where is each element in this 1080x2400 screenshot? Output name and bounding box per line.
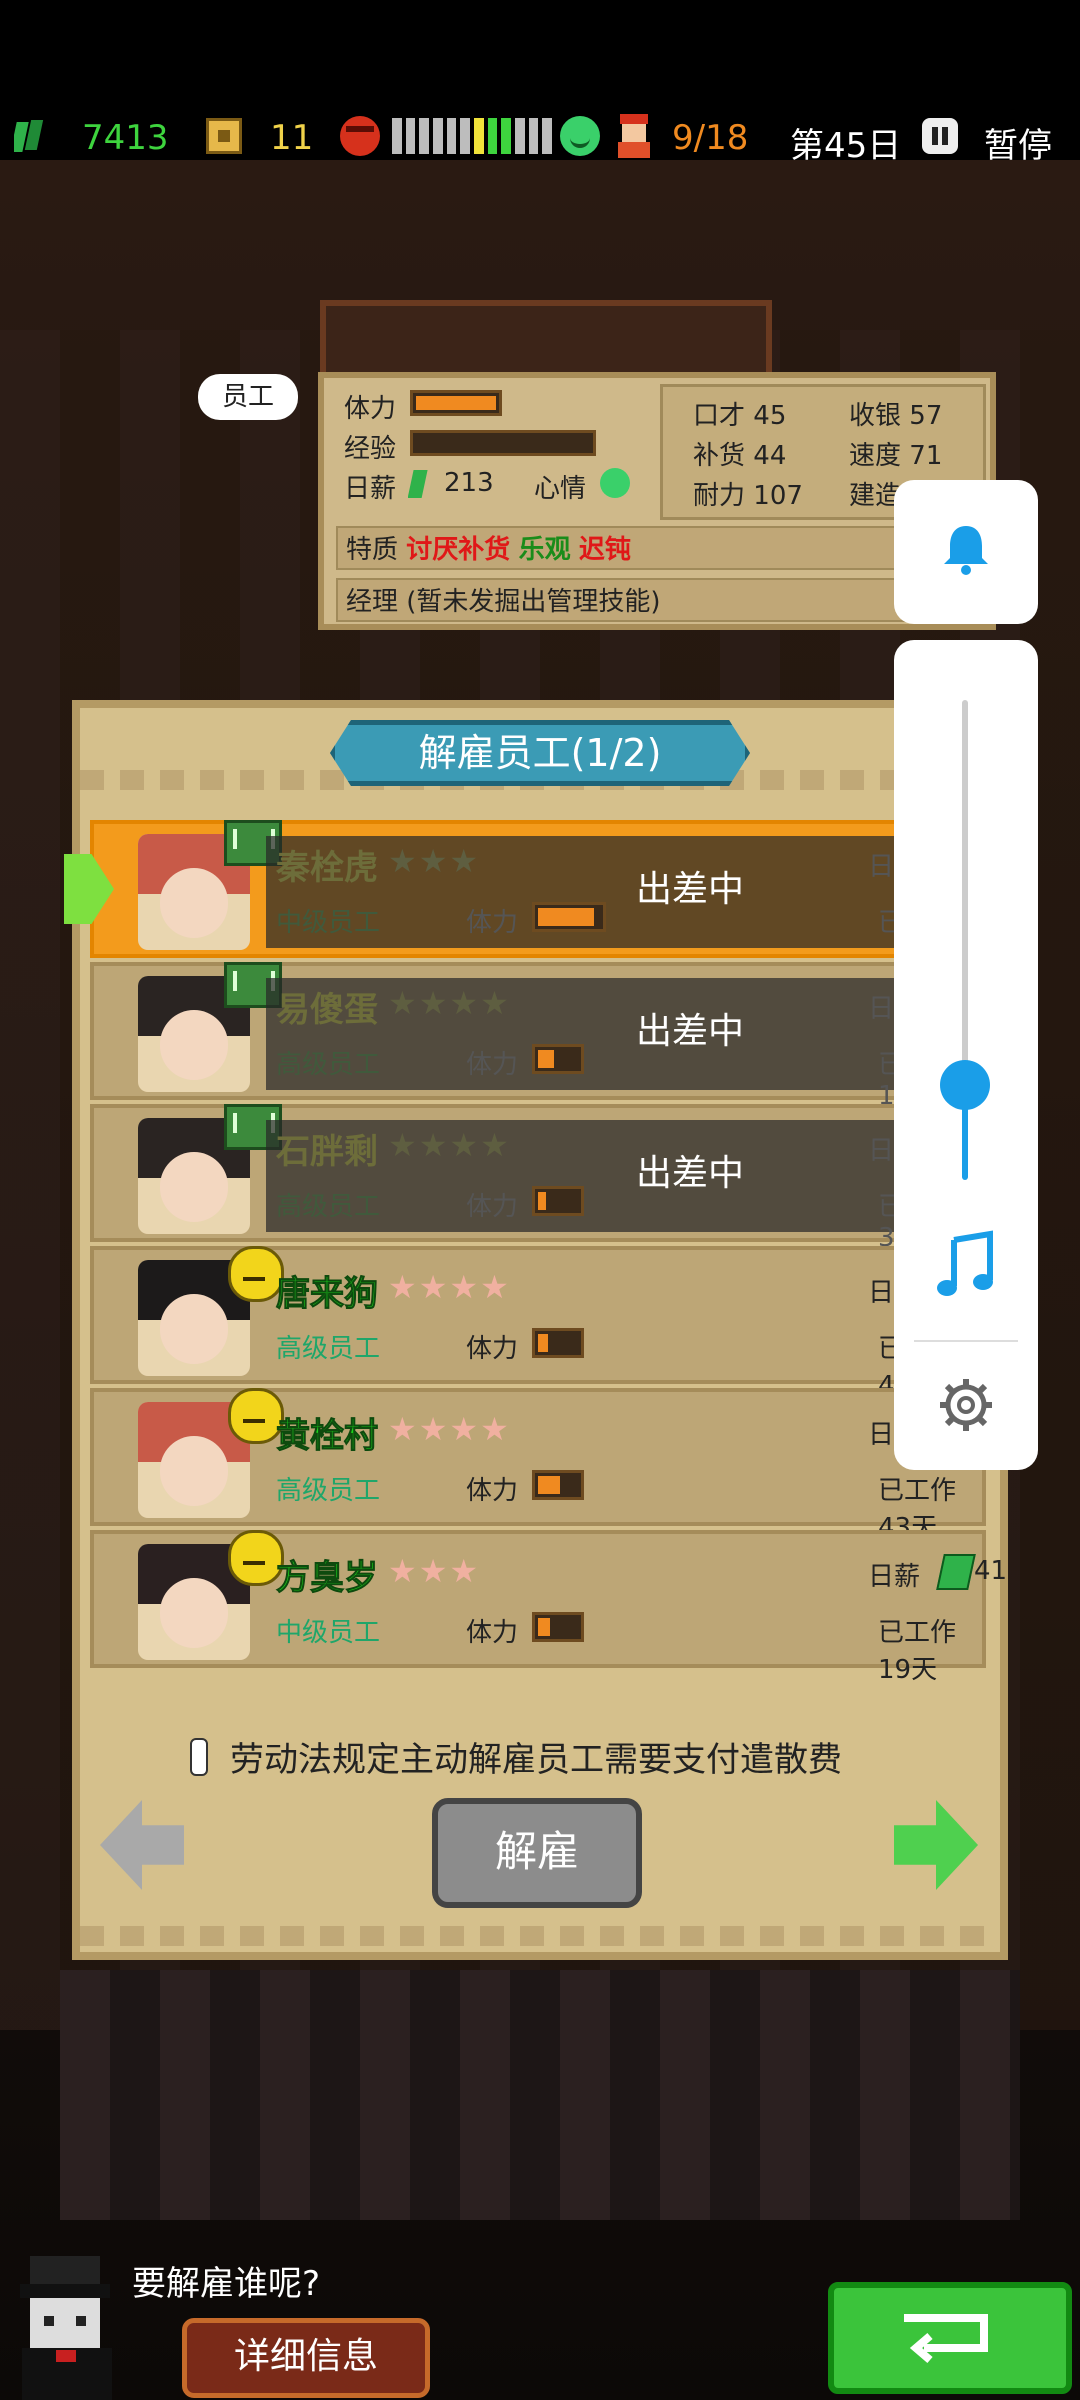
- happy-face-icon: [560, 116, 600, 156]
- trip-status: 出差中: [636, 869, 745, 910]
- stat-speed: 速度 71: [849, 441, 943, 471]
- manager-row: 经理 (暂未发掘出管理技能): [336, 578, 986, 622]
- dialog-prompt: 要解雇谁呢?: [132, 2264, 321, 2304]
- volume-track[interactable]: [962, 700, 968, 1120]
- dismiss-title: 解雇员工(1/2): [330, 720, 750, 786]
- days-worked: 已工作19天: [878, 1618, 957, 1685]
- stamina-label: 体力: [344, 394, 397, 424]
- stat-speech: 口才 45: [693, 401, 787, 431]
- trip-status: 出差中: [636, 1153, 745, 1194]
- stamina-bar: [532, 1470, 584, 1500]
- employee-rank: 中级员工: [276, 1618, 381, 1648]
- employee-row[interactable]: 石胖剩 ★★★★ 高级员工 体力 日薪 已工作32 出差中: [90, 1104, 986, 1253]
- stat-endurance: 耐力 107: [693, 481, 803, 511]
- status-bar: 7413 11 9/18 第45日 暂停: [0, 112, 1080, 166]
- cash-icon: [936, 1554, 976, 1590]
- detail-info-button[interactable]: 详细信息: [182, 2318, 430, 2398]
- gear-icon[interactable]: [936, 1375, 996, 1435]
- customer-mood-bar: [392, 118, 553, 154]
- employee-rank: 高级员工: [276, 1192, 381, 1222]
- manager-avatar: [20, 2256, 112, 2400]
- employee-rank: 高级员工: [276, 1050, 381, 1080]
- return-arrow-icon: [904, 2314, 988, 2364]
- exp-bar: [410, 430, 596, 456]
- exclamation-icon: [190, 1738, 208, 1776]
- volume-slider-handle[interactable]: [940, 1060, 990, 1110]
- employee-rank: 高级员工: [276, 1476, 381, 1506]
- stamina-bar: [410, 390, 502, 416]
- employee-row[interactable]: 易傻蛋 ★★★★ 高级员工 体力 日薪 已工作16 出差中: [90, 962, 986, 1111]
- stamina-bar: [532, 902, 606, 932]
- coin-value: 11: [270, 118, 314, 158]
- star-rating: ★★★: [388, 842, 481, 880]
- stamina-bar: [532, 1044, 584, 1074]
- employee-name: 秦栓虎: [276, 848, 378, 888]
- store-floor: [60, 1970, 1020, 2220]
- stamina-bar: [532, 1186, 584, 1216]
- divider: [914, 1340, 1018, 1342]
- wage-label: 日薪: [344, 474, 397, 504]
- employee-name: 唐来狗: [276, 1274, 379, 1315]
- pause-label[interactable]: 暂停: [984, 118, 1052, 167]
- stamina-bar: [532, 1328, 584, 1358]
- stat-restock: 补货 44: [693, 441, 787, 471]
- cash-icon: [408, 470, 428, 498]
- star-rating: ★★★★: [388, 1268, 511, 1306]
- happy-face-icon: [600, 468, 630, 498]
- employee-row[interactable]: 秦栓虎 ★★★ 中级员工 体力 日薪 已工作9 出差中: [64, 820, 986, 958]
- employee-rank: 高级员工: [276, 1334, 381, 1364]
- star-rating: ★★★★: [388, 1126, 511, 1164]
- employee-row[interactable]: 黄栓村 ★★★★ 高级员工 体力 日薪 50 已工作43天: [90, 1388, 1007, 1543]
- coin-icon: [206, 118, 242, 154]
- trait-3: 迟钝: [578, 535, 631, 565]
- trait-1: 讨厌补货: [406, 535, 511, 565]
- stat-cashier: 收银 57: [849, 401, 943, 431]
- cash-icon: [14, 120, 44, 152]
- mood-label: 心情: [534, 474, 587, 504]
- day-counter: 第45日: [790, 126, 902, 166]
- volume-panel: [894, 640, 1038, 1470]
- employee-name: 石胖剩: [276, 1132, 378, 1172]
- employee-row[interactable]: 方臭岁 ★★★ 中级员工 体力 日薪 41 已工作19天: [90, 1530, 1007, 1685]
- employee-rank: 中级员工: [276, 908, 381, 938]
- notification-panel[interactable]: [894, 480, 1038, 624]
- staff-icon: [618, 114, 650, 158]
- wage-value: 213: [444, 468, 494, 498]
- angry-face-icon: [340, 116, 380, 156]
- confirm-button[interactable]: [828, 2282, 1072, 2394]
- trait-2: 乐观: [518, 535, 571, 565]
- staff-count: 9/18: [672, 118, 749, 158]
- exp-label: 经验: [344, 434, 397, 464]
- traits-row: 特质 讨厌补货 乐观 迟钝: [336, 526, 986, 570]
- stamina-bar: [532, 1612, 584, 1642]
- music-note-icon[interactable]: [934, 1230, 998, 1300]
- bell-icon[interactable]: [938, 520, 994, 576]
- severance-notice: 劳动法规定主动解雇员工需要支付遣散费: [230, 1740, 842, 1780]
- employee-tag: 员工: [198, 374, 298, 420]
- employee-name: 方臭岁: [276, 1558, 379, 1599]
- trip-status: 出差中: [636, 1011, 745, 1052]
- fire-button[interactable]: 解雇: [432, 1798, 642, 1908]
- star-rating: ★★★★: [388, 984, 511, 1022]
- star-rating: ★★★: [388, 1552, 481, 1590]
- selection-arrow-icon: [64, 854, 114, 924]
- employee-name: 黄栓村: [276, 1416, 379, 1457]
- employee-name: 易傻蛋: [276, 990, 378, 1030]
- pause-icon[interactable]: [922, 118, 958, 154]
- money-value: 7413: [82, 118, 169, 158]
- employee-row[interactable]: 唐来狗 ★★★★ 高级员工 体力 日薪 50 已工作43天: [90, 1246, 1007, 1401]
- star-rating: ★★★★: [388, 1410, 511, 1448]
- wage-value: 41: [974, 1556, 1008, 1586]
